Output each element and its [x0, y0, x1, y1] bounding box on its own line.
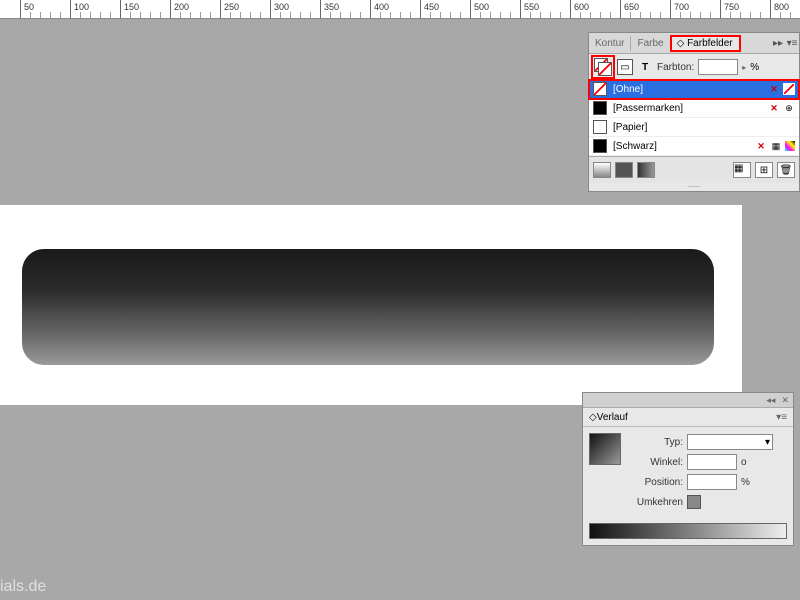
tab-farbfelder[interactable]: ◇ Farbfelder — [671, 36, 740, 51]
fill-stroke-toggle-icon[interactable] — [593, 57, 613, 77]
document-canvas[interactable] — [0, 205, 742, 405]
swatch-list: [Ohne]✕[Passermarken]✕⊕[Papier][Schwarz]… — [589, 80, 799, 156]
farbton-input[interactable] — [698, 59, 738, 75]
delete-swatch-icon[interactable]: 🗑 — [777, 162, 795, 178]
panel-collapse-icon[interactable]: ▸▸ — [771, 38, 785, 49]
new-folder-icon[interactable]: ⊞ — [755, 162, 773, 178]
panel-menu-icon[interactable]: ▾≡ — [776, 412, 787, 423]
show-swatches-icon[interactable] — [593, 162, 611, 178]
umkehren-label: Umkehren — [629, 497, 683, 508]
swatch-row[interactable]: [Schwarz] ✕▦ — [589, 137, 799, 156]
swatch-name: [Papier] — [613, 122, 789, 133]
swatches-toolbar: ▭ T Farbton: ▸ % — [589, 54, 799, 80]
locked-icon: ✕ — [768, 83, 780, 95]
gradient-panel-title[interactable]: ◇ Verlauf ▾≡ — [583, 408, 793, 427]
chevron-down-icon: ▾ — [765, 437, 770, 448]
formatting-container-icon[interactable]: ▭ — [617, 59, 633, 75]
winkel-unit: o — [741, 457, 747, 468]
panel-tabs: Kontur Farbe ◇ Farbfelder ▸▸ ▾≡ — [589, 33, 799, 54]
show-colors-icon[interactable] — [637, 162, 655, 178]
swatches-bottom-toolbar: ▦ ⊞ 🗑 — [589, 156, 799, 183]
gradient-panel-title-label: Verlauf — [597, 412, 628, 423]
swatch-color-icon — [593, 101, 607, 115]
farbton-stepper-icon[interactable]: ▸ — [742, 63, 746, 72]
horizontal-ruler: 5010015020025030035040045050055060065070… — [0, 0, 800, 19]
typ-label: Typ: — [629, 437, 683, 448]
swatch-badges: ✕▦ — [755, 140, 795, 152]
watermark-text: ials.de — [0, 578, 46, 596]
swatch-name: [Schwarz] — [613, 141, 749, 152]
panel-collapse-icon[interactable]: ◂◂ — [766, 395, 775, 406]
none-badge-icon — [783, 83, 795, 95]
gradient-preview[interactable] — [589, 433, 621, 465]
winkel-label: Winkel: — [629, 457, 683, 468]
registration-icon: ⊕ — [783, 102, 795, 114]
swatch-color-icon — [593, 82, 607, 96]
cmyk-icon — [785, 141, 795, 151]
position-input[interactable] — [687, 474, 737, 490]
locked-icon: ✕ — [768, 102, 780, 114]
swatch-row[interactable]: [Papier] — [589, 118, 799, 137]
panel-resize-grip[interactable]: ┈┈┈ — [589, 183, 799, 191]
panel-menu-icon[interactable]: ▾≡ — [785, 38, 799, 49]
gradient-panel: ◂◂ ✕ ◇ Verlauf ▾≡ Typ: ▾ Winkel: o Posit… — [582, 392, 794, 546]
umkehren-toggle[interactable] — [687, 495, 701, 509]
locked-icon: ✕ — [755, 140, 767, 152]
swatch-row[interactable]: [Ohne] ✕ — [589, 80, 799, 99]
show-gradients-icon[interactable] — [615, 162, 633, 178]
swatches-panel: Kontur Farbe ◇ Farbfelder ▸▸ ▾≡ ▭ T Farb… — [588, 32, 800, 192]
farbton-unit: % — [750, 62, 759, 73]
tab-farbfelder-label: Farbfelder — [687, 38, 733, 49]
rounded-rectangle-shape[interactable] — [22, 249, 714, 365]
swatch-row[interactable]: [Passermarken] ✕⊕ — [589, 99, 799, 118]
process-icon: ▦ — [770, 140, 782, 152]
panel-close-icon[interactable]: ✕ — [781, 395, 789, 406]
position-label: Position: — [629, 477, 683, 488]
swatch-badges: ✕ — [768, 83, 795, 95]
formatting-text-icon[interactable]: T — [637, 59, 653, 75]
swatch-name: [Ohne] — [613, 84, 762, 95]
winkel-input[interactable] — [687, 454, 737, 470]
typ-dropdown[interactable]: ▾ — [687, 434, 773, 450]
swatch-name: [Passermarken] — [613, 103, 762, 114]
gradient-ramp[interactable] — [589, 523, 787, 539]
position-unit: % — [741, 477, 750, 488]
tab-farbe[interactable]: Farbe — [631, 36, 670, 51]
swatch-badges: ✕⊕ — [768, 102, 795, 114]
gradient-panel-topbar: ◂◂ ✕ — [583, 393, 793, 408]
new-swatch-icon[interactable]: ▦ — [733, 162, 751, 178]
farbton-label: Farbton: — [657, 62, 694, 73]
tab-kontur[interactable]: Kontur — [589, 36, 631, 51]
swatch-color-icon — [593, 139, 607, 153]
swatch-color-icon — [593, 120, 607, 134]
